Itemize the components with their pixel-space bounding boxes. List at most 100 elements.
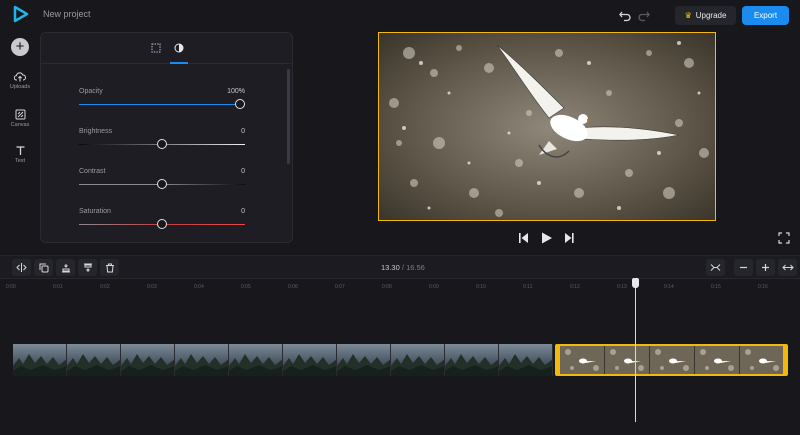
shuffle-fit-icon <box>710 264 721 271</box>
video-preview[interactable] <box>378 32 716 221</box>
panel-scrollbar[interactable] <box>287 69 290 164</box>
upgrade-button[interactable]: ♛ Upgrade <box>675 6 736 25</box>
text-icon <box>16 146 24 155</box>
duplicate-icon <box>39 263 48 272</box>
slider-thumb[interactable] <box>157 179 167 189</box>
header: New project ♛ Upgrade Export <box>0 0 800 30</box>
duplicate-button[interactable] <box>34 259 53 276</box>
split-button[interactable] <box>12 259 31 276</box>
video-clip-seagull-selected[interactable] <box>555 344 788 376</box>
ruler-tick: 0:04 <box>194 284 204 290</box>
brightness-slider[interactable]: Brightness 0 <box>79 128 245 149</box>
crop-grid-icon[interactable] <box>151 43 161 53</box>
split-icon <box>16 263 27 272</box>
seagull-image <box>379 33 715 220</box>
fullscreen-icon[interactable] <box>778 232 790 244</box>
zoom-out-button[interactable] <box>734 259 753 276</box>
ruler-tick: 0:00 <box>6 284 16 290</box>
delete-button[interactable] <box>100 259 119 276</box>
slider-thumb[interactable] <box>157 219 167 229</box>
slider-thumb[interactable] <box>235 99 245 109</box>
expand-arrows-icon <box>781 264 794 271</box>
ruler-tick: 0:08 <box>382 284 392 290</box>
zoom-in-button[interactable] <box>756 259 775 276</box>
fit-button[interactable] <box>706 259 725 276</box>
zoom-tools <box>706 259 797 276</box>
play-icon[interactable] <box>542 232 552 244</box>
crown-icon: ♛ <box>684 11 692 20</box>
ruler-tick: 0:09 <box>429 284 439 290</box>
trim-start-button[interactable] <box>56 259 75 276</box>
clip-thumbnails <box>560 346 783 374</box>
slider-track[interactable] <box>79 104 245 105</box>
opacity-slider[interactable]: Opacity 100% <box>79 88 245 109</box>
panel-tabs <box>41 33 292 64</box>
timeline-toolbar: 13.30 / 16.56 <box>0 255 800 279</box>
timecode: 13.30 / 16.56 <box>381 263 425 272</box>
ruler-tick: 0:11 <box>523 284 533 290</box>
canvas-icon <box>15 109 25 120</box>
ruler-tick: 0:15 <box>711 284 721 290</box>
sidebar-item-text[interactable]: Text <box>0 145 40 164</box>
trim-end-button[interactable] <box>78 259 97 276</box>
slider-label: Saturation <box>79 208 111 215</box>
trim-end-icon <box>83 263 92 272</box>
timeline-ruler[interactable]: 0:00 0:01 0:02 0:03 0:04 0:05 0:06 0:07 … <box>0 280 800 294</box>
ruler-tick: 0:16 <box>758 284 768 290</box>
slider-label: Brightness <box>79 128 113 135</box>
playback-controls <box>515 230 580 246</box>
ruler-tick: 0:05 <box>241 284 251 290</box>
slider-value: 0 <box>241 128 245 135</box>
minus-icon <box>740 266 747 269</box>
slider-label: Opacity <box>79 88 103 95</box>
ruler-tick: 0:01 <box>53 284 63 290</box>
contrast-slider[interactable]: Contrast 0 <box>79 168 245 189</box>
trash-icon <box>105 263 114 272</box>
skip-forward-icon[interactable] <box>565 233 574 243</box>
playhead-handle[interactable] <box>632 278 639 288</box>
sidebar-item-uploads[interactable]: Uploads <box>0 71 40 90</box>
slider-value: 100% <box>227 88 245 95</box>
sidebar-item-label: Uploads <box>9 84 31 90</box>
adjust-contrast-icon[interactable] <box>174 43 184 53</box>
saturation-slider[interactable]: Saturation 0 <box>79 208 245 229</box>
plus-icon <box>762 264 769 271</box>
skip-back-icon[interactable] <box>519 233 528 243</box>
clip-tools <box>12 259 119 276</box>
slider-value: 0 <box>241 208 245 215</box>
app-logo-icon[interactable] <box>12 5 30 23</box>
active-tab-indicator <box>170 62 188 64</box>
trim-start-icon <box>61 263 70 272</box>
video-clip-forest[interactable] <box>13 344 553 376</box>
project-name[interactable]: New project <box>43 9 91 19</box>
cloud-upload-icon <box>14 72 26 82</box>
slider-value: 0 <box>241 168 245 175</box>
sidebar-item-label: Text <box>14 158 26 164</box>
upgrade-label: Upgrade <box>695 11 727 20</box>
redo-icon[interactable] <box>637 8 651 22</box>
total-time: 16.56 <box>406 263 425 272</box>
video-editor: New project ♛ Upgrade Export + Uploads C… <box>0 0 800 435</box>
slider-thumb[interactable] <box>157 139 167 149</box>
add-media-button[interactable]: + <box>11 38 29 56</box>
adjust-panel: Opacity 100% Brightness 0 Contrast 0 Sat… <box>40 32 293 243</box>
export-button[interactable]: Export <box>742 6 789 25</box>
playhead-line <box>635 284 636 422</box>
ruler-tick: 0:12 <box>570 284 580 290</box>
sidebar-item-canvas[interactable]: Canvas <box>0 109 40 128</box>
ruler-tick: 0:06 <box>288 284 298 290</box>
time-separator: / <box>401 263 404 272</box>
slider-label: Contrast <box>79 168 106 175</box>
undo-icon[interactable] <box>618 8 632 22</box>
ruler-tick: 0:14 <box>664 284 674 290</box>
left-sidebar: + Uploads Canvas Text <box>0 30 40 255</box>
ruler-tick: 0:07 <box>335 284 345 290</box>
ruler-tick: 0:03 <box>147 284 157 290</box>
expand-button[interactable] <box>778 259 797 276</box>
current-time: 13.30 <box>381 263 400 272</box>
clip-thumbnails <box>13 344 553 376</box>
ruler-tick: 0:13 <box>617 284 627 290</box>
sidebar-item-label: Canvas <box>10 122 30 128</box>
ruler-tick: 0:10 <box>476 284 486 290</box>
ruler-tick: 0:02 <box>100 284 110 290</box>
